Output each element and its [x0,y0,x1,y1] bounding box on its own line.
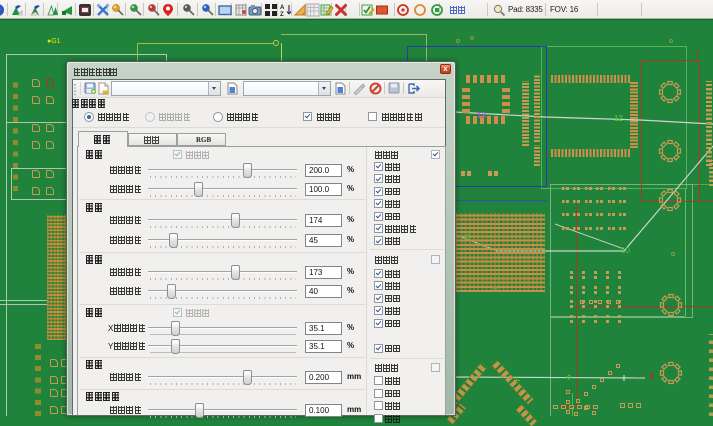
svg-text:A: A [280,5,285,11]
svg-text:Z: Z [280,12,284,17]
